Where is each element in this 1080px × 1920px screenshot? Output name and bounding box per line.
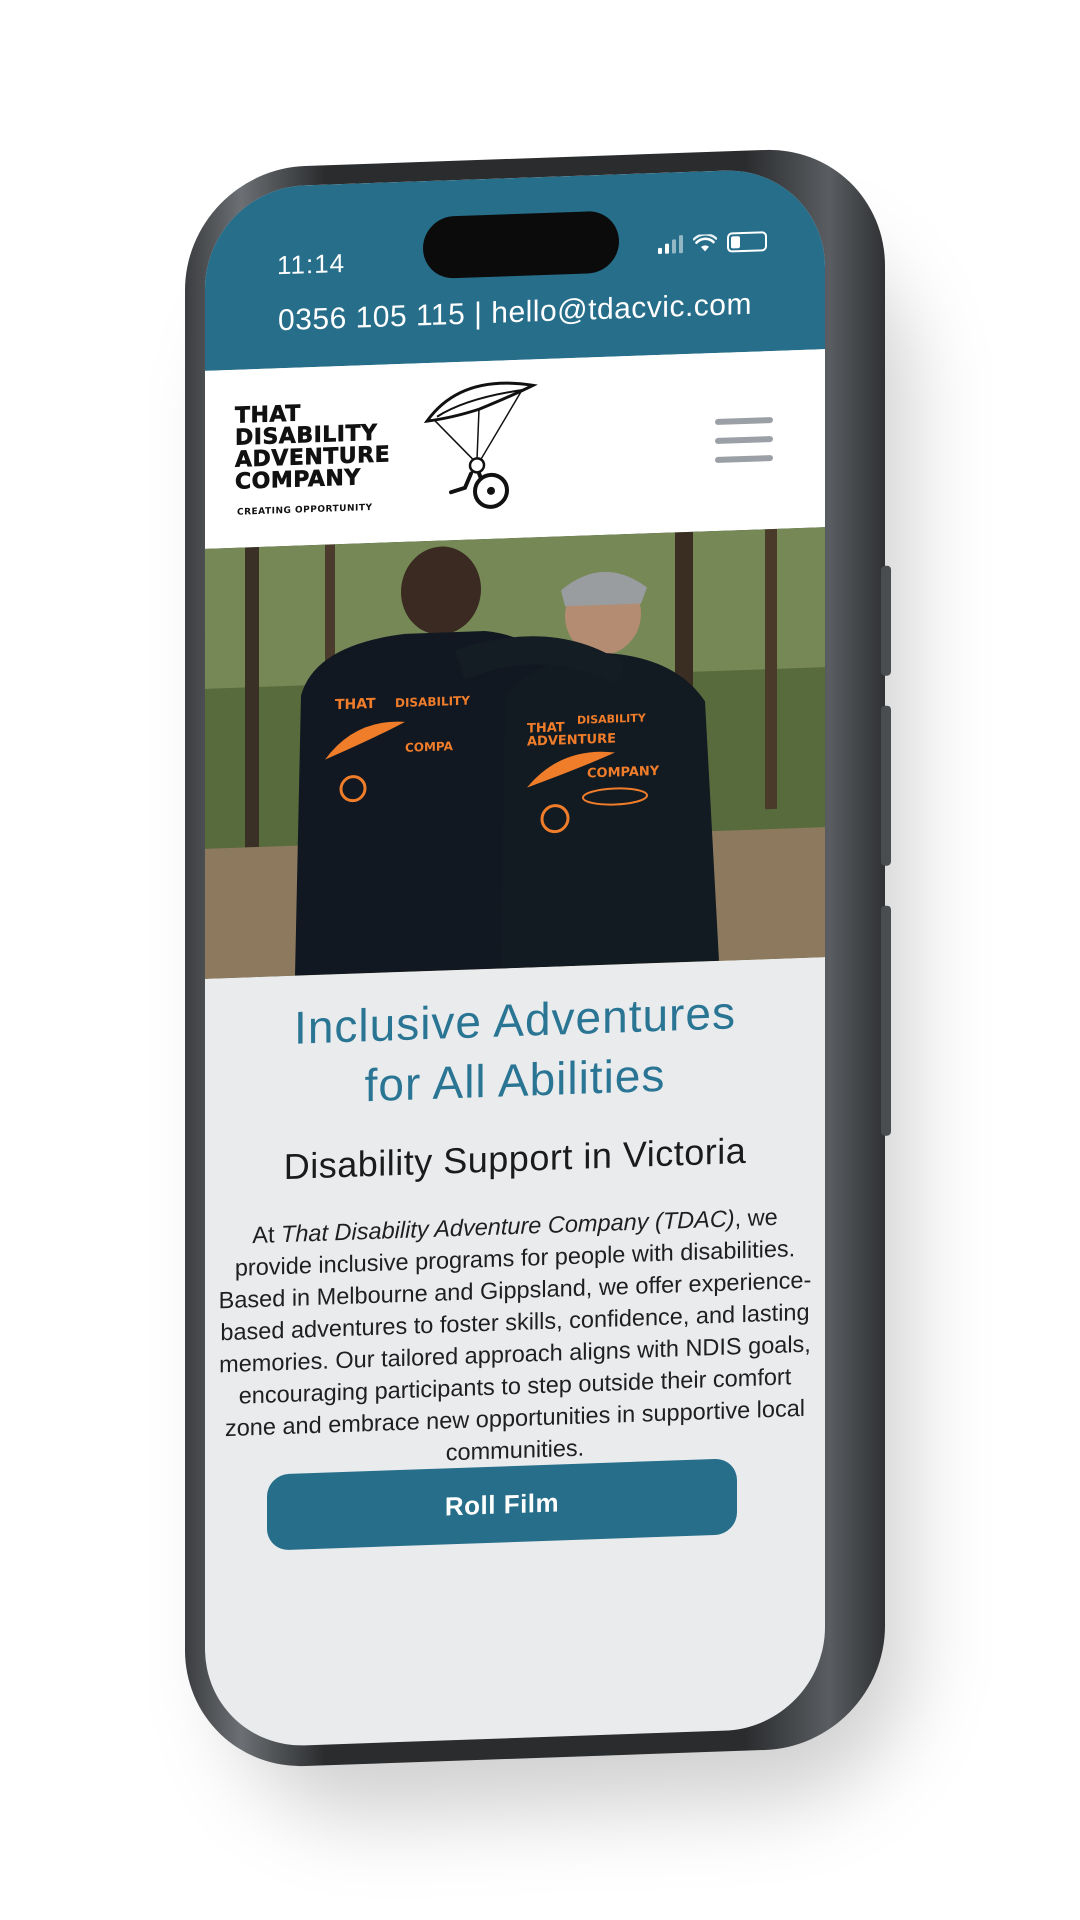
battery-icon <box>727 231 767 253</box>
contact-info[interactable]: 0356 105 115 | hello@tdacvic.com <box>205 285 825 341</box>
svg-text:DISABILITY: DISABILITY <box>395 694 470 711</box>
svg-text:COMPA: COMPA <box>405 739 454 755</box>
dynamic-island <box>423 210 619 280</box>
intro-paragraph: At That Disability Adventure Company (TD… <box>215 1200 815 1477</box>
device-mockup: 11:14 0356 105 115 | hello@tdacvic.com T… <box>0 0 1080 1920</box>
svg-text:DISABILITY: DISABILITY <box>577 711 647 726</box>
svg-text:ADVENTURE: ADVENTURE <box>527 731 616 749</box>
volume-button <box>881 705 891 866</box>
logo-line: COMPANY <box>235 465 361 495</box>
hero-image: THAT DISABILITY COMPA THAT DISABILITY AD… <box>205 527 825 979</box>
top-bar: 11:14 0356 105 115 | hello@tdacvic.com <box>205 167 825 371</box>
status-icons <box>658 231 767 255</box>
action-button <box>881 565 891 676</box>
hamburger-menu-icon[interactable] <box>715 416 773 464</box>
svg-text:THAT: THAT <box>335 696 376 713</box>
wifi-icon <box>693 233 717 252</box>
logo-wordmark: THAT DISABILITY ADVENTURE COMPANY <box>235 400 391 495</box>
body-prefix: At <box>252 1221 281 1249</box>
logo-tagline: CREATING OPPORTUNITY <box>237 502 373 518</box>
site-header: THAT DISABILITY ADVENTURE COMPANY CREATI… <box>205 349 825 549</box>
paraglider-wheelchair-icon <box>423 381 538 509</box>
status-time: 11:14 <box>277 247 346 281</box>
cellular-signal-icon <box>658 235 683 255</box>
hero-photo-illustration: THAT DISABILITY COMPA THAT DISABILITY AD… <box>205 527 825 979</box>
phone-screen: 11:14 0356 105 115 | hello@tdacvic.com T… <box>205 167 825 1749</box>
page-subheading: Disability Support in Victoria <box>283 1129 747 1188</box>
power-button <box>881 905 891 1136</box>
company-logo[interactable]: THAT DISABILITY ADVENTURE COMPANY CREATI… <box>235 381 565 530</box>
intro-section: Inclusive Adventures for All Abilities D… <box>205 957 825 1477</box>
page-headline: Inclusive Adventures for All Abilities <box>225 980 805 1120</box>
roll-film-button[interactable]: Roll Film <box>267 1458 737 1551</box>
svg-text:COMPANY: COMPANY <box>587 764 660 782</box>
